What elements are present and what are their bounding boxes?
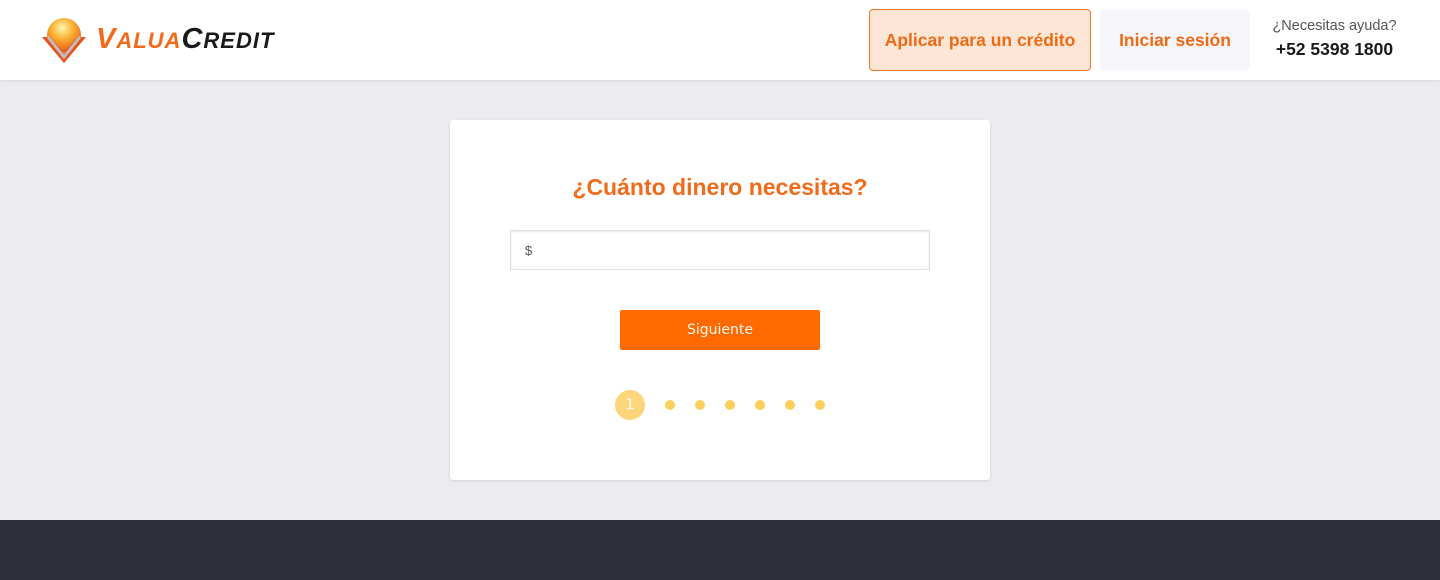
step-current: 1 (615, 390, 645, 420)
valuacredit-logo[interactable]: Valua Credit (38, 13, 274, 65)
logo-wordmark-valua: Valua (96, 22, 182, 55)
site-header: Valua Credit Aplicar para un crédito Inic… (0, 0, 1440, 80)
step-dot (785, 400, 795, 410)
valuacredit-logo-icon (42, 18, 86, 63)
logo-wordmark: Valua Credit (96, 23, 274, 56)
site-footer (0, 520, 1440, 580)
step-dot (755, 400, 765, 410)
amount-input[interactable] (536, 231, 929, 269)
step-indicator: 1 (615, 390, 835, 420)
help-contact: ¿Necesitas ayuda? +52 5398 1800 (1262, 16, 1407, 62)
help-label: ¿Necesitas ayuda? (1272, 18, 1397, 34)
logo-wordmark-credit: Credit (181, 22, 275, 55)
currency-prefix: $ (525, 242, 533, 258)
amount-field[interactable]: $ (510, 230, 930, 270)
apply-credit-button[interactable]: Aplicar para un crédito (869, 9, 1091, 71)
help-phone-number[interactable]: +52 5398 1800 (1262, 36, 1407, 62)
login-button[interactable]: Iniciar sesión (1100, 10, 1250, 70)
step-dot (695, 400, 705, 410)
next-button[interactable]: Siguiente (620, 310, 820, 350)
step-dot (665, 400, 675, 410)
amount-question-title: ¿Cuánto dinero necesitas? (572, 174, 868, 200)
step-dot (725, 400, 735, 410)
step-dot (815, 400, 825, 410)
